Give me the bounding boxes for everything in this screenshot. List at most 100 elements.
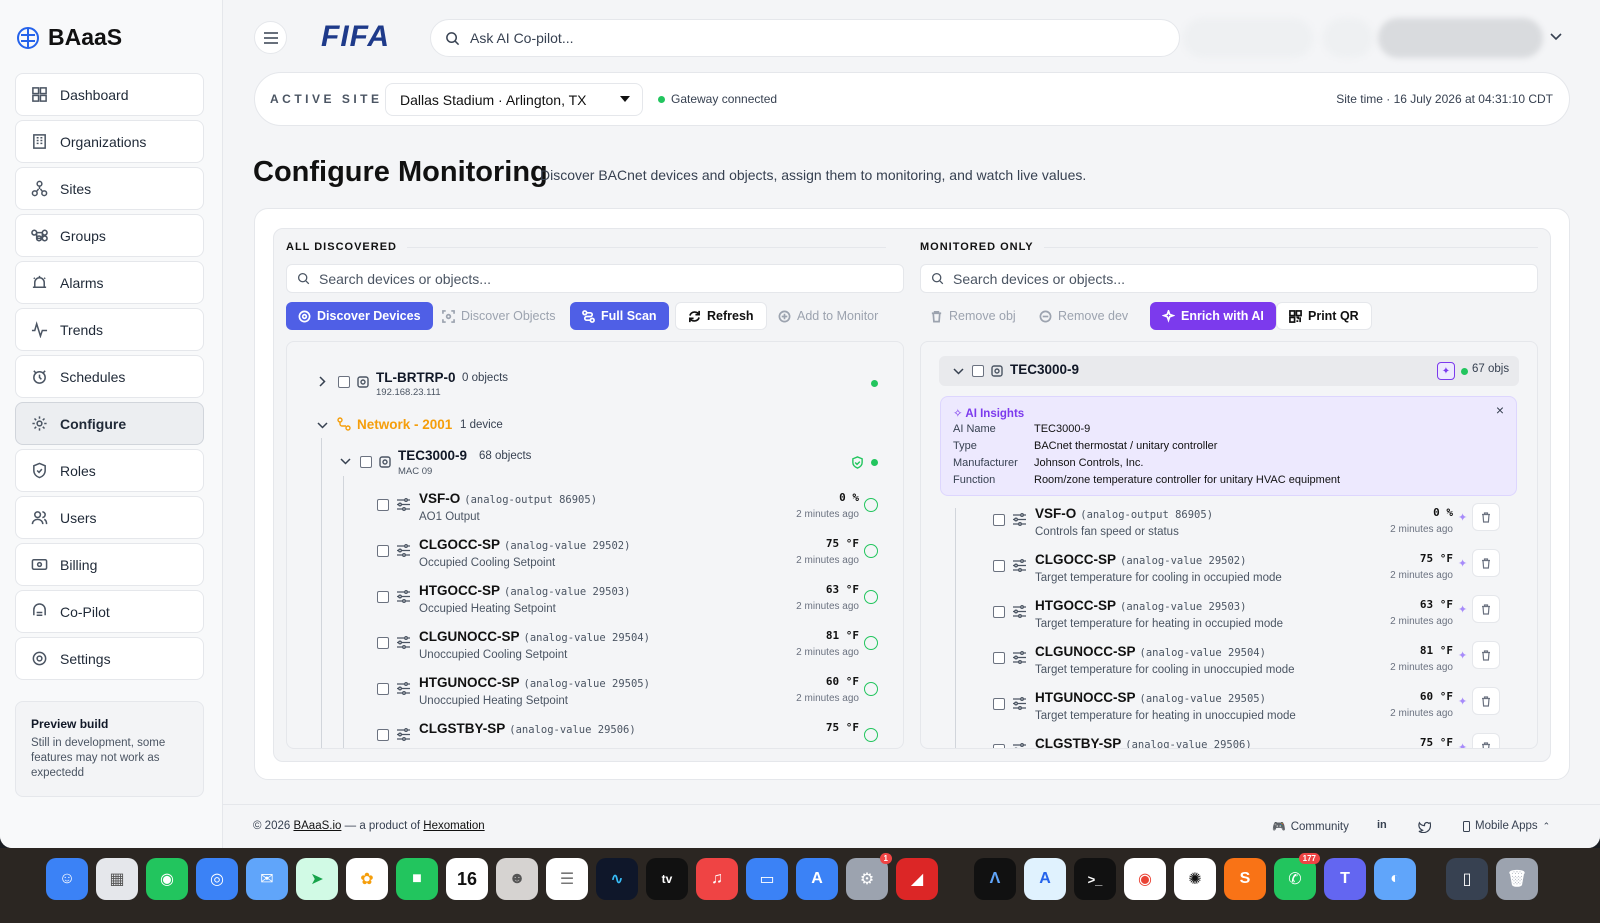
object-row[interactable]: CLGOCC-SP (analog-value 29502) Target temp… [921,549,1537,596]
reminders-icon[interactable]: ☰ [546,858,588,900]
launchpad-icon[interactable]: ▦ [96,858,138,900]
remove-object-button[interactable] [1472,595,1500,623]
object-row[interactable]: HTGOCC-SP (analog-value 29503) Occupied He… [287,583,903,627]
sidebar-item-schedules[interactable]: Schedules [15,355,204,398]
object-checkbox[interactable] [993,560,1005,572]
object-checkbox[interactable] [993,744,1005,748]
ai-insights-toggle-icon[interactable]: ✦ [1437,362,1455,380]
twitter-icon[interactable] [1418,821,1431,833]
chevron-down-icon[interactable] [340,458,351,465]
sidebar-item-co-pilot[interactable]: Co-Pilot [15,590,204,633]
device-checkbox[interactable] [338,376,350,388]
object-row[interactable]: CLGUNOCC-SP (analog-value 29504) Target te… [921,641,1537,688]
sidebar-item-alarms[interactable]: Alarms [15,261,204,304]
chevron-down-icon[interactable] [317,422,328,429]
chevron-right-icon[interactable] [319,376,326,387]
freeform-icon[interactable]: ∿ [596,858,638,900]
object-row[interactable]: HTGUNOCC-SP (analog-value 29505) Target te… [921,687,1537,734]
enrich-with-ai-button[interactable]: Enrich with AI [1150,302,1276,330]
discover-devices-button[interactable]: Discover Devices [286,302,433,330]
sparkles-icon[interactable]: ✦ [1458,741,1467,748]
sparkles-icon[interactable]: ✦ [1458,603,1467,616]
brand[interactable]: BAaaS [16,24,122,51]
menu-button[interactable] [254,21,287,54]
object-checkbox[interactable] [377,637,389,649]
mobile-apps-menu[interactable]: Mobile Apps ⌃ [1463,820,1550,832]
object-row[interactable]: CLGUNOCC-SP (analog-value 29504) Unoccupie… [287,629,903,673]
safari-icon[interactable]: ◎ [196,858,238,900]
device-checkbox[interactable] [972,365,984,377]
messages-icon[interactable]: ◉ [146,858,188,900]
music-icon[interactable]: ♫ [696,858,738,900]
photos-icon[interactable]: ✿ [346,858,388,900]
mail-icon[interactable]: ✉ [246,858,288,900]
sparkles-icon[interactable]: ✦ [1458,695,1467,708]
sidebar-item-billing[interactable]: Billing [15,543,204,586]
site-select[interactable]: Dallas Stadium · Arlington, TX [385,83,643,116]
object-row[interactable]: HTGOCC-SP (analog-value 29503) Target temp… [921,595,1537,642]
object-row[interactable]: VSF-O (analog-output 86905) AO1 Output 0 % 2… [287,491,903,535]
right-search-input[interactable]: Search devices or objects... [920,264,1538,293]
app-store-icon[interactable]: A [796,858,838,900]
discover-objects-button[interactable]: Discover Objects [430,302,567,330]
object-checkbox[interactable] [377,499,389,511]
pdf-app-icon[interactable]: ◢ [896,858,938,900]
object-row[interactable]: CLGOCC-SP (analog-value 29502) Occupied Co… [287,537,903,581]
sparkles-icon[interactable]: ✦ [1458,511,1467,524]
remove-object-button[interactable] [1472,687,1500,715]
apple-tv-icon[interactable]: tv [646,858,688,900]
print-qr-button[interactable]: Print QR [1276,302,1372,330]
chrome-icon[interactable]: ◉ [1124,858,1166,900]
sublime-text-icon[interactable]: S [1224,858,1266,900]
object-checkbox[interactable] [377,683,389,695]
trash-icon[interactable]: 🗑 [1496,858,1538,900]
refresh-button[interactable]: Refresh [675,302,767,330]
chevron-down-icon[interactable] [1550,33,1562,41]
community-link[interactable]: 🎮 Community [1272,820,1349,834]
sidebar-item-organizations[interactable]: Organizations [15,120,204,163]
object-row[interactable]: CLGSTBY-SP (analog-value 29506) 75 °F [287,721,903,748]
xcode-icon[interactable]: A [1024,858,1066,900]
user-menu[interactable] [1378,18,1543,58]
whatsapp-icon[interactable]: ✆ 177 [1274,853,1320,900]
finder-app-icon[interactable]: ◐ [1374,858,1416,900]
sidebar-item-groups[interactable]: Groups [15,214,204,257]
facetime-icon[interactable]: ■ [396,858,438,900]
sidebar-item-dashboard[interactable]: Dashboard [15,73,204,116]
teams-icon[interactable]: T [1324,858,1366,900]
sparkles-icon[interactable]: ✦ [1458,649,1467,662]
device-name[interactable]: TEC3000-9 [398,448,467,463]
sidebar-item-trends[interactable]: Trends [15,308,204,351]
company-link[interactable]: Hexomation [423,820,484,832]
object-checkbox[interactable] [377,545,389,557]
remove-object-button[interactable] [1472,503,1500,531]
chatgpt-icon[interactable]: ✺ [1174,858,1216,900]
chevron-down-icon[interactable] [953,368,964,375]
object-checkbox[interactable] [377,729,389,741]
sidebar-item-configure[interactable]: Configure [15,402,204,445]
terminal-icon[interactable]: >_ [1074,858,1116,900]
object-checkbox[interactable] [993,606,1005,618]
sidebar-item-settings[interactable]: Settings [15,637,204,680]
sidebar-item-users[interactable]: Users [15,496,204,539]
device-name[interactable]: TEC3000-9 [1010,362,1079,377]
dev-app-icon[interactable]: Λ [974,858,1016,900]
add-to-monitor-button[interactable]: Add to Monitor [766,302,890,330]
sparkles-icon[interactable]: ✦ [1458,557,1467,570]
object-row[interactable]: VSF-O (analog-output 86905) Controls fan s… [921,503,1537,550]
object-checkbox[interactable] [993,514,1005,526]
copilot-search[interactable]: Ask AI Co-pilot... [430,19,1180,57]
document-icon[interactable]: ▯ [1446,858,1488,900]
keynote-icon[interactable]: ▭ [746,858,788,900]
linkedin-icon[interactable]: in [1377,819,1387,831]
finder-icon[interactable]: ☺ [46,858,88,900]
site-link[interactable]: BAaaS.io [293,820,341,832]
system-settings-icon[interactable]: ⚙ 1 [846,853,892,900]
close-icon[interactable]: × [1496,402,1504,418]
object-checkbox[interactable] [993,652,1005,664]
object-row[interactable]: HTGUNOCC-SP (analog-value 29505) Unoccupie… [287,675,903,719]
remove-dev-button[interactable]: Remove dev [1027,302,1140,330]
sidebar-item-sites[interactable]: Sites [15,167,204,210]
device-checkbox[interactable] [360,456,372,468]
left-search-input[interactable]: Search devices or objects... [286,264,904,293]
